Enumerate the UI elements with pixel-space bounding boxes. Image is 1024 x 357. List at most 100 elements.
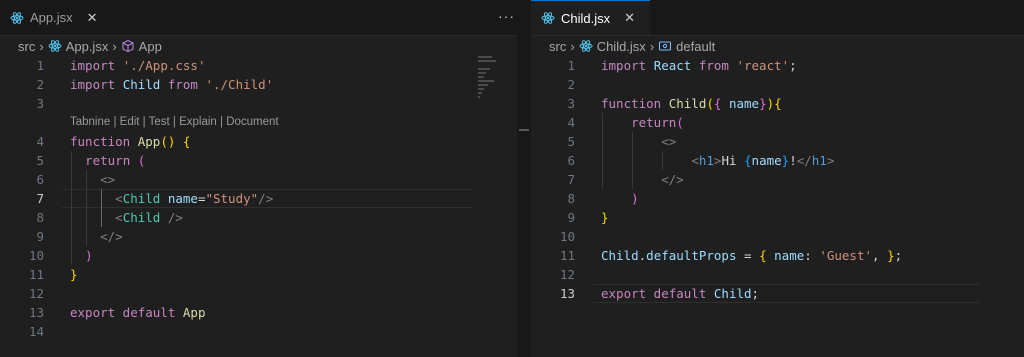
- code-text: import './App.css': [70, 56, 205, 75]
- code-token: App: [137, 134, 161, 149]
- code-token: Child: [713, 286, 752, 301]
- code-token: function: [70, 134, 138, 149]
- more-actions-icon[interactable]: ···: [498, 8, 515, 24]
- code-line[interactable]: 12: [0, 284, 517, 303]
- code-line[interactable]: 10 ): [0, 246, 517, 265]
- codelens-actions[interactable]: Tabnine | Edit | Test | Explain | Docume…: [70, 113, 279, 132]
- breadcrumb-folder[interactable]: src: [18, 39, 35, 54]
- code-token: Child: [122, 191, 168, 206]
- code-token: name: [751, 153, 782, 168]
- breadcrumb: src › App.jsx › App: [0, 36, 162, 56]
- code-token: App: [182, 305, 206, 320]
- code-token: Hi: [721, 153, 745, 168]
- code-token: function: [601, 96, 669, 111]
- code-token: ;: [894, 248, 903, 263]
- code-line[interactable]: 7 <Child name="Study"/>: [0, 189, 517, 208]
- code-line[interactable]: 9 </>: [0, 227, 517, 246]
- code-line[interactable]: 2: [531, 75, 1024, 94]
- line-number: 2: [36, 77, 44, 92]
- line-number: 6: [567, 153, 575, 168]
- code-line[interactable]: 10: [531, 227, 1024, 246]
- react-icon: [579, 39, 593, 53]
- code-line[interactable]: 1 import React from 'react';: [531, 56, 1024, 75]
- code-line[interactable]: 12: [531, 265, 1024, 284]
- tab-label: Child.jsx: [561, 10, 611, 26]
- close-icon[interactable]: ✕: [87, 10, 98, 26]
- code-line[interactable]: 9}: [531, 208, 1024, 227]
- split-divider[interactable]: [517, 0, 531, 357]
- code-token: >: [826, 153, 835, 168]
- code-token: "Study": [205, 191, 259, 206]
- code-text: ): [601, 189, 639, 208]
- code-line[interactable]: 1 import './App.css': [0, 56, 517, 75]
- line-number: 12: [559, 267, 575, 282]
- line-number: 1: [36, 58, 44, 73]
- chevron-right-icon: ›: [649, 38, 655, 54]
- breadcrumb-file[interactable]: App.jsx: [66, 39, 109, 54]
- code-token: ,: [872, 248, 888, 263]
- code-line[interactable]: 11}: [0, 265, 517, 284]
- tab-app-jsx[interactable]: App.jsx ✕: [0, 0, 123, 35]
- code-line[interactable]: 3 function Child({ name}){: [531, 94, 1024, 113]
- code-token: ): [85, 248, 93, 263]
- code-line[interactable]: 8 ): [531, 189, 1024, 208]
- code-token: (: [676, 115, 684, 130]
- code-token: name: [774, 248, 805, 263]
- code-token: <>: [661, 134, 677, 149]
- code-text: <>: [601, 132, 676, 151]
- code-token: './App.css': [122, 58, 206, 73]
- code-line[interactable]: 13 export default App: [0, 303, 517, 322]
- code-line[interactable]: 6 <>: [0, 170, 517, 189]
- breadcrumb-file[interactable]: Child.jsx: [597, 39, 646, 54]
- code-token: name: [728, 96, 760, 111]
- right-tab-bar: Child.jsx ✕: [531, 0, 1024, 36]
- code-line[interactable]: 14: [0, 322, 517, 341]
- code-line[interactable]: 7 </>: [531, 170, 1024, 189]
- code-token: ): [631, 191, 639, 206]
- code-line[interactable]: 4 function App() {: [0, 132, 517, 151]
- line-number: 9: [567, 210, 575, 225]
- code-line[interactable]: 3: [0, 94, 517, 113]
- breadcrumb-symbol[interactable]: App: [139, 39, 162, 54]
- code-text: export default App: [70, 303, 205, 322]
- line-number: 5: [567, 134, 575, 149]
- tab-child-jsx[interactable]: Child.jsx ✕: [531, 0, 650, 35]
- code-line[interactable]: 6 <h1>Hi {name}!</h1>: [531, 151, 1024, 170]
- code-token: </>: [661, 172, 684, 187]
- code-line[interactable]: 4 return(: [531, 113, 1024, 132]
- breadcrumb-symbol[interactable]: default: [676, 39, 715, 54]
- code-line[interactable]: 5 return (: [0, 151, 517, 170]
- line-number: 14: [28, 324, 44, 339]
- code-token: defaultProps: [646, 248, 745, 263]
- code-text: <>: [70, 170, 115, 189]
- code-token: }: [887, 248, 895, 263]
- indent-guide: [86, 170, 87, 246]
- line-number: 13: [28, 305, 44, 320]
- line-number: 11: [28, 267, 44, 282]
- code-line[interactable]: 5 <>: [531, 132, 1024, 151]
- code-token: :: [804, 248, 820, 263]
- code-line[interactable]: 11 Child.defaultProps = { name: 'Guest', …: [531, 246, 1024, 265]
- code-text: </>: [601, 170, 684, 189]
- code-token: export default: [70, 305, 183, 320]
- code-line[interactable]: 13 export default Child;: [531, 284, 1024, 303]
- react-icon: [541, 11, 555, 25]
- code-token: Child: [122, 77, 168, 92]
- indent-guide: [71, 151, 72, 265]
- code-token: Child: [122, 210, 168, 225]
- scroll-indicator: [519, 129, 529, 131]
- breadcrumb-folder[interactable]: src: [549, 39, 566, 54]
- code-token: =: [744, 248, 760, 263]
- close-icon[interactable]: ✕: [624, 10, 635, 26]
- line-number: 7: [567, 172, 575, 187]
- code-line[interactable]: 8 <Child />: [0, 208, 517, 227]
- minimap[interactable]: [478, 56, 500, 100]
- indent-guide: [101, 189, 102, 227]
- code-token: h1: [811, 153, 827, 168]
- line-number: 4: [36, 134, 44, 149]
- line-number: 4: [567, 115, 575, 130]
- code-line[interactable]: 2 import Child from './Child': [0, 75, 517, 94]
- line-number: 13: [559, 286, 575, 301]
